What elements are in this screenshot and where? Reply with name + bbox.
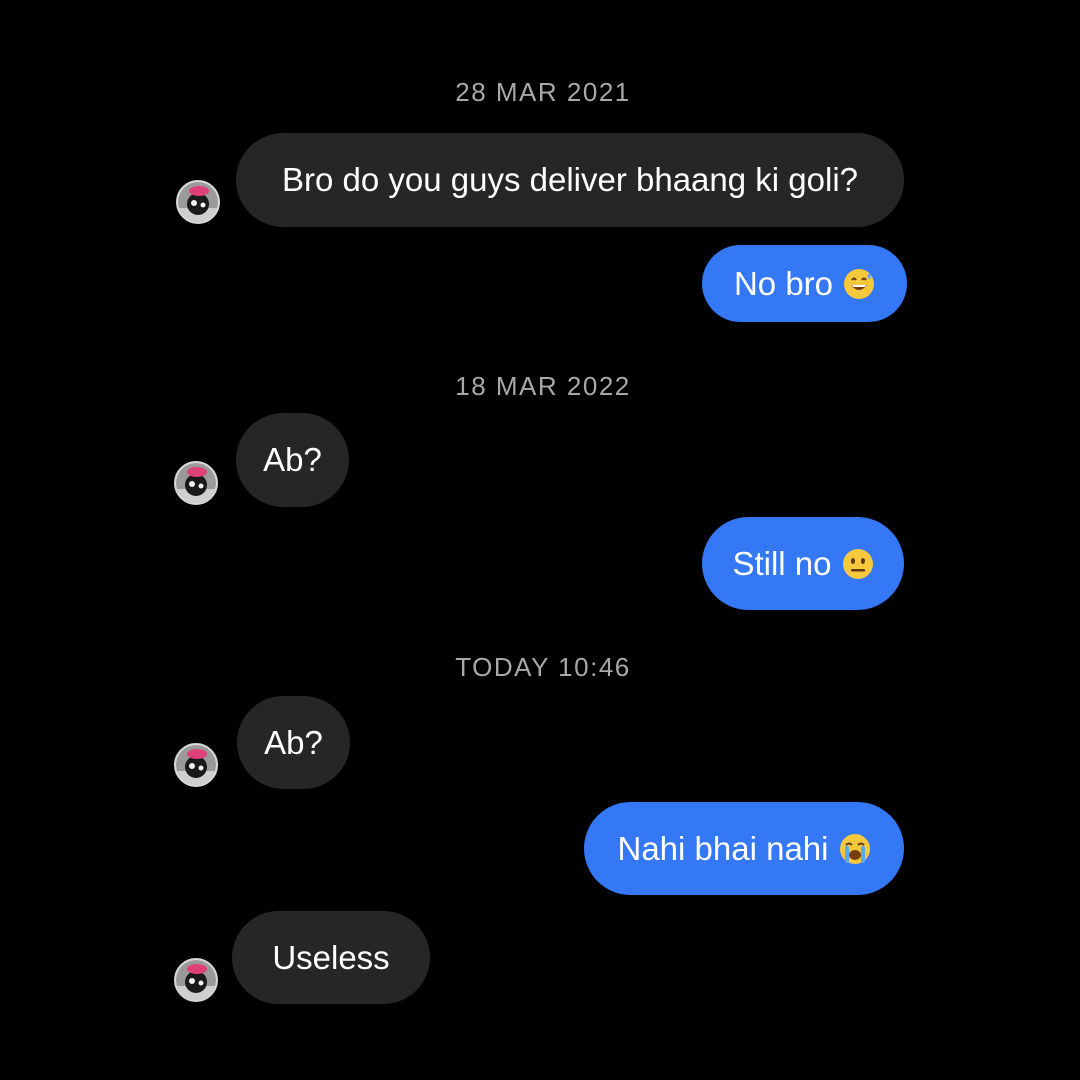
- message-text: No bro: [733, 264, 834, 302]
- incoming-message[interactable]: Ab?: [236, 413, 349, 507]
- outgoing-message[interactable]: No bro: [702, 245, 907, 322]
- sender-avatar[interactable]: [174, 958, 218, 1002]
- date-separator-text: 28 MAR 2021: [455, 77, 631, 107]
- date-separator: 18 MAR 2022: [0, 371, 1080, 401]
- message-text: Still no: [732, 544, 832, 582]
- message-text: Nahi bhai nahi: [617, 829, 829, 867]
- avatar-image: [176, 745, 216, 785]
- incoming-message[interactable]: Ab?: [237, 696, 350, 789]
- outgoing-message[interactable]: Still no: [702, 517, 904, 610]
- avatar-image: [178, 182, 218, 222]
- date-separator-text: TODAY 10:46: [455, 652, 631, 682]
- loudly-crying-face-icon: [839, 833, 871, 865]
- message-text: Ab?: [264, 723, 323, 761]
- neutral-face-icon: [842, 548, 874, 580]
- grinning-face-with-sweat-icon: [843, 268, 875, 300]
- sender-avatar[interactable]: [174, 461, 218, 505]
- message-text: Useless: [272, 938, 390, 976]
- sender-avatar[interactable]: [174, 743, 218, 787]
- outgoing-message[interactable]: Nahi bhai nahi: [584, 802, 904, 895]
- date-separator-text: 18 MAR 2022: [455, 371, 631, 401]
- message-text: Bro do you guys deliver bhaang ki goli?: [281, 161, 859, 198]
- avatar-image: [176, 463, 216, 503]
- sender-avatar[interactable]: [176, 180, 220, 224]
- message-text: Ab?: [263, 441, 322, 478]
- avatar-image: [176, 960, 216, 1000]
- date-separator: TODAY 10:46: [0, 652, 1080, 682]
- incoming-message[interactable]: Bro do you guys deliver bhaang ki goli?: [236, 133, 904, 227]
- incoming-message[interactable]: Useless: [232, 911, 430, 1004]
- date-separator: 28 MAR 2021: [0, 77, 1080, 107]
